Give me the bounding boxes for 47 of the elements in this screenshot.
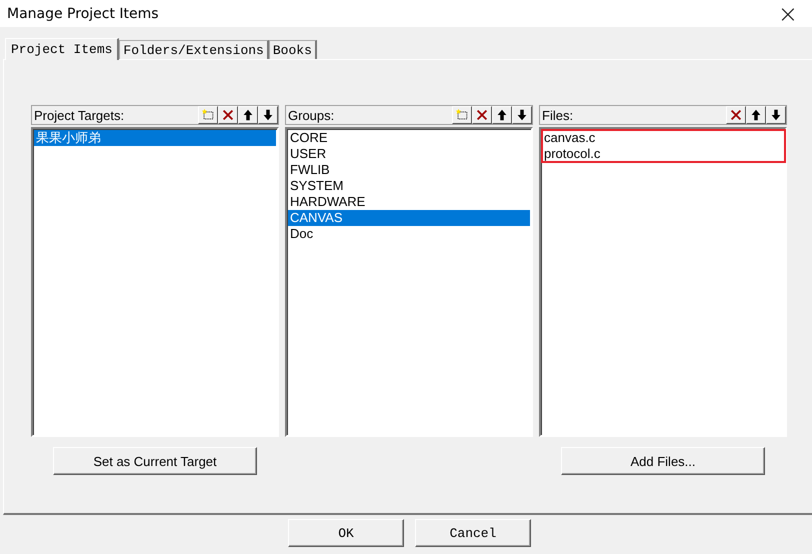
- delete-icon: [729, 108, 743, 122]
- toolbar-button[interactable]: [258, 106, 278, 124]
- pane-label: Groups:: [288, 108, 334, 122]
- list-item[interactable]: FWLIB: [288, 162, 530, 178]
- dialog-button[interactable]: Cancel: [415, 519, 531, 547]
- list-item[interactable]: CANVAS: [288, 210, 530, 226]
- pane-label: Project Targets:: [34, 108, 124, 122]
- action-button[interactable]: Add Files...: [561, 447, 765, 475]
- toolbar-button[interactable]: [746, 106, 766, 124]
- up-arrow-icon: [749, 108, 763, 122]
- window-title: Manage Project Items: [7, 6, 159, 22]
- toolbar-button[interactable]: [512, 106, 532, 124]
- toolbar-button[interactable]: [726, 106, 746, 124]
- action-button[interactable]: Set as Current Target: [53, 447, 257, 475]
- list-item[interactable]: HARDWARE: [288, 194, 530, 210]
- down-arrow-icon: [769, 108, 783, 122]
- list-box[interactable]: 果果小师弟: [31, 127, 279, 437]
- dialog-button[interactable]: OK: [288, 519, 404, 547]
- toolbar-button[interactable]: [472, 106, 492, 124]
- toolbar-button[interactable]: [492, 106, 512, 124]
- list-item[interactable]: canvas.c: [542, 130, 784, 146]
- delete-icon: [221, 108, 235, 122]
- toolbar-button[interactable]: [198, 106, 218, 124]
- list-item[interactable]: USER: [288, 146, 530, 162]
- down-arrow-icon: [261, 108, 275, 122]
- tab[interactable]: Folders/Extensions: [119, 40, 269, 59]
- list-item[interactable]: 果果小师弟: [34, 130, 276, 146]
- list-item[interactable]: CORE: [288, 130, 530, 146]
- list-item[interactable]: SYSTEM: [288, 178, 530, 194]
- up-arrow-icon: [495, 108, 509, 122]
- toolbar-button[interactable]: [218, 106, 238, 124]
- new-item-icon: [201, 108, 215, 122]
- new-item-icon: [455, 108, 469, 122]
- close-button[interactable]: ×: [774, 4, 802, 24]
- tab[interactable]: Books: [268, 40, 317, 59]
- list-box[interactable]: canvas.c protocol.c: [539, 127, 787, 437]
- list-item[interactable]: Doc: [288, 226, 530, 242]
- down-arrow-icon: [515, 108, 529, 122]
- delete-icon: [475, 108, 489, 122]
- list-box[interactable]: CORE USER FWLIB SYSTEM HARDWARE CANVAS Doc: [285, 127, 533, 437]
- toolbar-button[interactable]: [766, 106, 786, 124]
- toolbar-button[interactable]: [452, 106, 472, 124]
- up-arrow-icon: [241, 108, 255, 122]
- pane-label: Files:: [542, 108, 574, 122]
- list-item[interactable]: protocol.c: [542, 146, 784, 162]
- toolbar-button[interactable]: [238, 106, 258, 124]
- tab[interactable]: Project Items: [5, 38, 120, 60]
